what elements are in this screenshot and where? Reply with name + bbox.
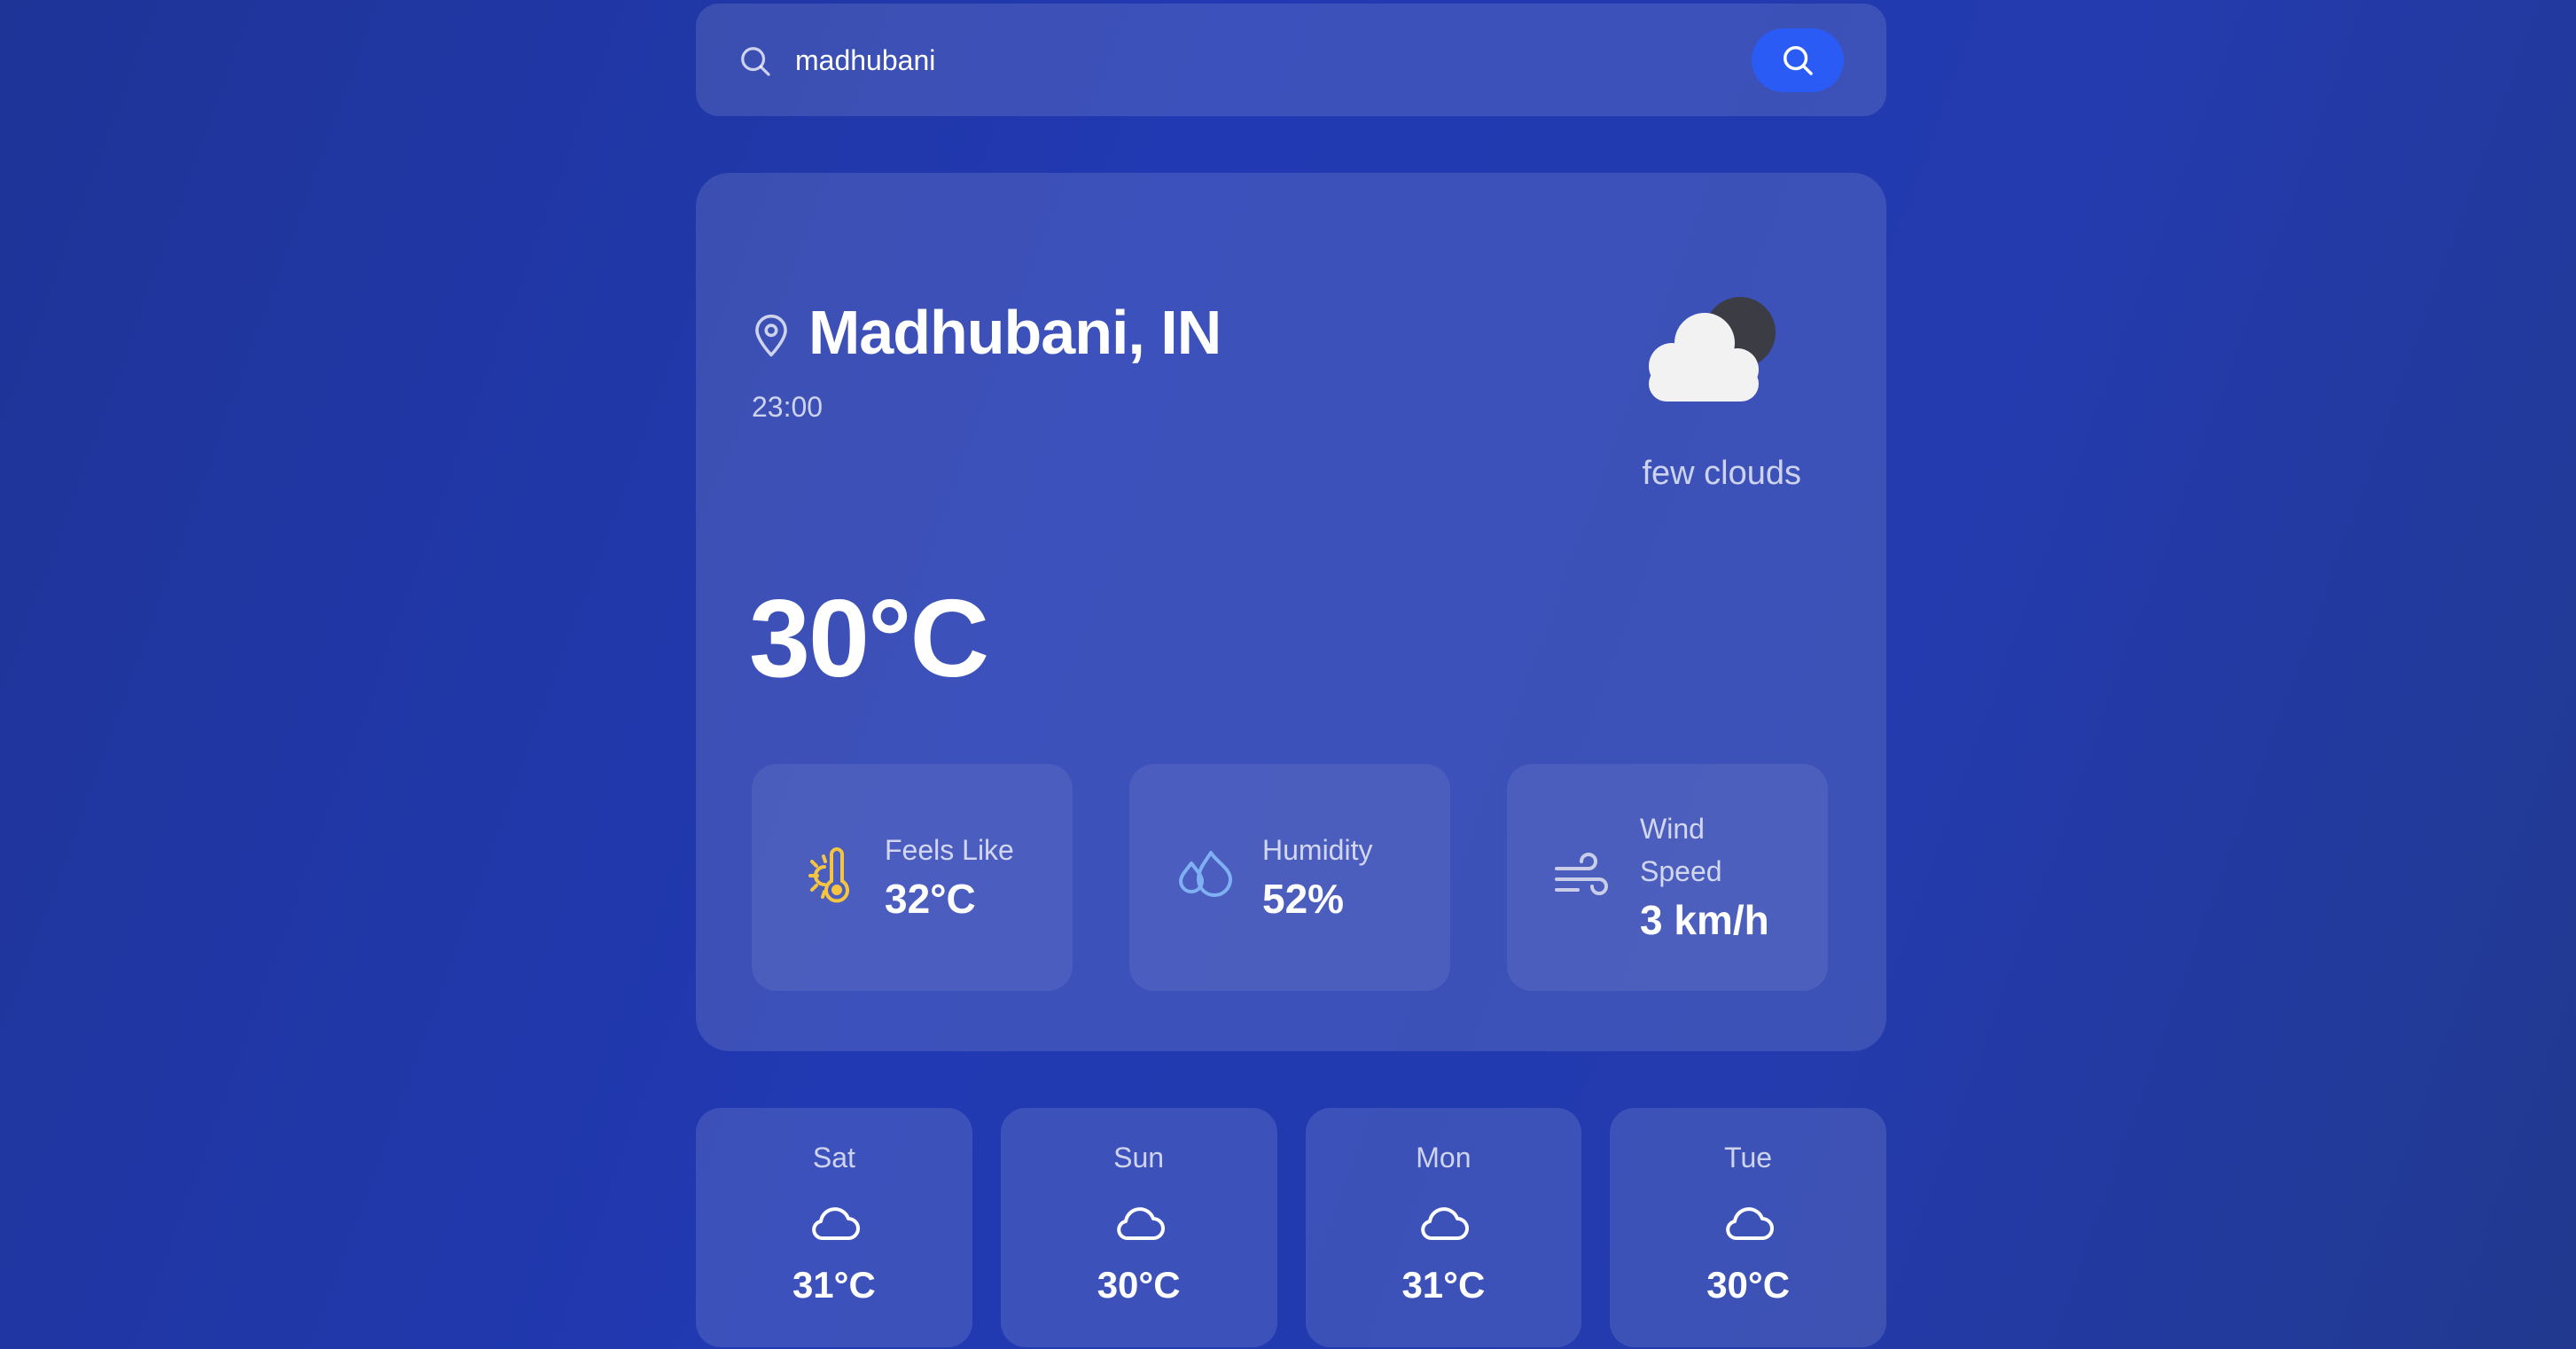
stat-label: Humidity bbox=[1262, 834, 1373, 866]
wind-icon bbox=[1555, 853, 1608, 895]
stat-value: 32°C bbox=[885, 876, 976, 922]
stat-text: Humidity 52% bbox=[1262, 829, 1404, 926]
stat-card-wind-speed: Wind Speed 3 km/h bbox=[1507, 764, 1828, 991]
cloud-icon bbox=[1421, 1207, 1470, 1240]
sun-thermometer-icon bbox=[808, 847, 849, 903]
location-row: Madhubani, IN bbox=[752, 297, 1222, 368]
forecast-temp: 30°C bbox=[1706, 1264, 1791, 1306]
forecast-card[interactable]: Mon 31°C bbox=[1305, 1108, 1582, 1347]
search-icon bbox=[741, 47, 770, 76]
stat-card-feels-like: Feels Like 32°C bbox=[752, 764, 1073, 991]
cloud-moon-icon bbox=[1649, 297, 1776, 402]
current-temperature: 30°C bbox=[749, 578, 989, 700]
forecast-temp: 31°C bbox=[1401, 1264, 1486, 1306]
cloud-icon bbox=[1116, 1207, 1165, 1240]
forecast-day: Sun bbox=[1113, 1142, 1165, 1174]
weather-app: Madhubani, IN 23:00 few clouds 30°C bbox=[696, 4, 1886, 1347]
stat-label: Wind Speed bbox=[1640, 813, 1722, 887]
local-time: 23:00 bbox=[752, 391, 824, 423]
city-name: Madhubani, IN bbox=[808, 298, 1222, 367]
forecast-temp: 31°C bbox=[792, 1264, 876, 1306]
forecast-row: Sat 31°C Sun 30°C Mon 31°C Tue 30°C bbox=[696, 1108, 1886, 1347]
forecast-temp: 30°C bbox=[1097, 1264, 1181, 1306]
forecast-day: Sat bbox=[812, 1142, 855, 1174]
stat-value: 52% bbox=[1262, 876, 1345, 922]
stat-card-humidity: Humidity 52% bbox=[1129, 764, 1450, 991]
forecast-day: Tue bbox=[1724, 1142, 1773, 1174]
map-pin-icon bbox=[755, 314, 787, 357]
forecast-card[interactable]: Tue 30°C bbox=[1610, 1108, 1886, 1347]
forecast-day: Mon bbox=[1416, 1142, 1471, 1174]
current-weather-card: Madhubani, IN 23:00 few clouds 30°C Feel… bbox=[696, 173, 1886, 1051]
weather-description: few clouds bbox=[1642, 455, 1801, 492]
forecast-card[interactable]: Sun 30°C bbox=[1000, 1108, 1277, 1347]
search-bar bbox=[696, 4, 1886, 116]
search-icon bbox=[1784, 46, 1813, 75]
droplets-icon bbox=[1179, 851, 1232, 897]
stat-value: 3 km/h bbox=[1640, 897, 1769, 943]
search-input[interactable] bbox=[793, 28, 1550, 92]
stat-text: Wind Speed 3 km/h bbox=[1640, 807, 1782, 947]
cloud-icon bbox=[812, 1207, 860, 1240]
forecast-card[interactable]: Sat 31°C bbox=[696, 1108, 972, 1347]
cloud-icon bbox=[1726, 1207, 1775, 1240]
stats-row: Feels Like 32°C Humidity 52% Wind Speed … bbox=[752, 764, 1828, 991]
stat-text: Feels Like 32°C bbox=[885, 829, 1026, 926]
stat-label: Feels Like bbox=[885, 834, 1014, 866]
search-button[interactable] bbox=[1752, 28, 1844, 92]
